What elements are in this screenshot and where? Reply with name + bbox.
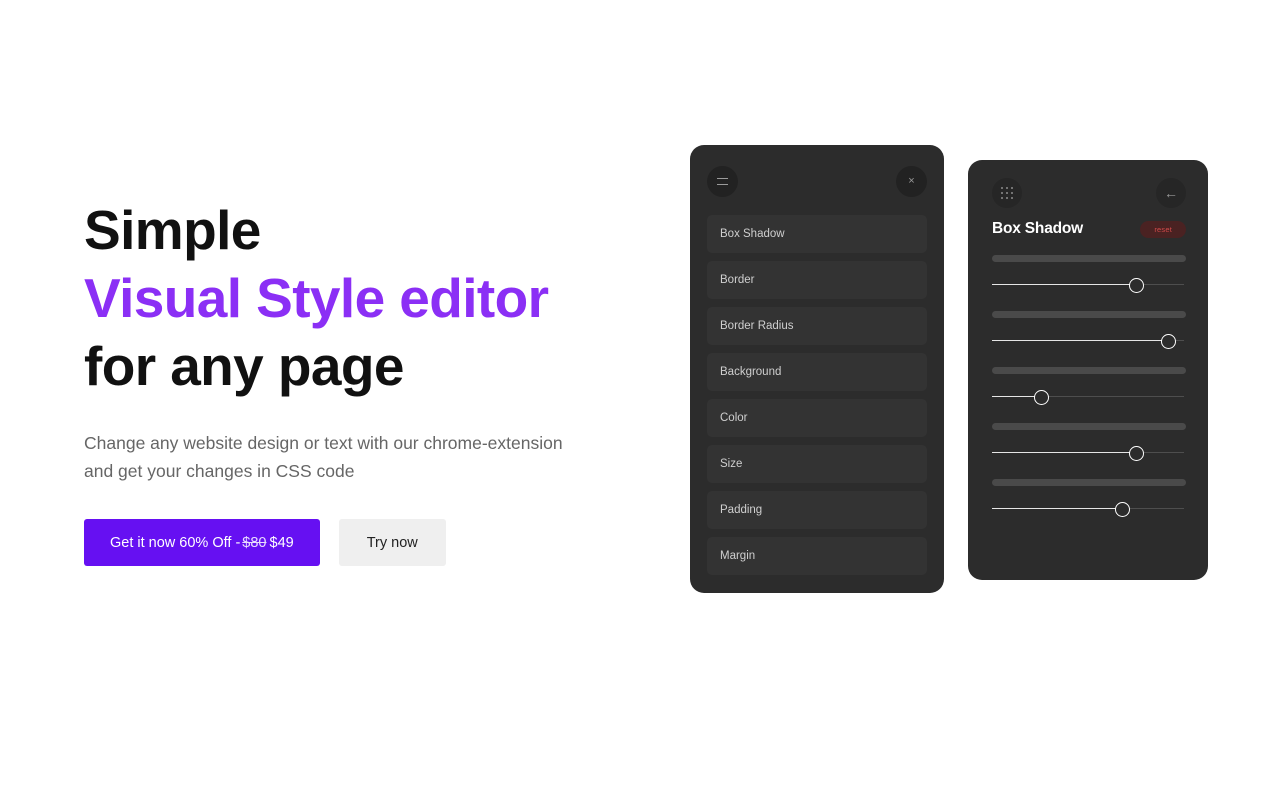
- menu-item-size[interactable]: Size: [707, 445, 927, 483]
- page-title-line-1: Simple: [84, 199, 261, 261]
- slider-label-placeholder: [992, 311, 1186, 318]
- drag-handle-button[interactable]: [707, 165, 738, 197]
- slider-panel-title-row: Box Shadow reset: [992, 220, 1186, 238]
- box-shadow-settings-panel: ← Box Shadow reset: [968, 160, 1208, 580]
- back-arrow-icon: ←: [1164, 185, 1178, 201]
- try-now-button[interactable]: Try now: [338, 519, 446, 566]
- slider-row: [992, 479, 1186, 518]
- slider-fill: [992, 508, 1123, 510]
- style-property-list: Box Shadow Border Border Radius Backgrou…: [707, 215, 927, 575]
- menu-item-color[interactable]: Color: [707, 399, 927, 437]
- slider-2[interactable]: [992, 332, 1184, 350]
- slider-row: [992, 423, 1186, 462]
- page-title-line-2: Visual Style editor: [84, 267, 549, 329]
- primary-cta-new-price: $49: [269, 534, 294, 551]
- hero-subtitle: Change any website design or text with o…: [84, 433, 563, 481]
- panel-title: Box Shadow: [992, 220, 1084, 237]
- slider-label-placeholder: [992, 255, 1186, 262]
- get-it-now-button[interactable]: Get it now 60% Off - $80 $49: [84, 519, 320, 566]
- slider-1[interactable]: [992, 276, 1184, 294]
- slider-thumb[interactable]: [1128, 278, 1144, 293]
- slider-fill: [992, 452, 1136, 454]
- slider-row: [992, 311, 1186, 350]
- primary-cta-old-price: $80: [242, 534, 267, 551]
- slider-thumb[interactable]: [1161, 334, 1177, 349]
- hero-section: Simple Visual Style editor for any page …: [84, 196, 644, 566]
- reset-button[interactable]: reset: [1140, 220, 1186, 238]
- slider-label-placeholder: [992, 423, 1186, 430]
- menu-item-padding[interactable]: Padding: [707, 491, 927, 529]
- hamburger-icon: [717, 177, 728, 185]
- slider-fill: [992, 340, 1169, 342]
- slider-label-placeholder: [992, 367, 1186, 374]
- drag-dots-icon: [1000, 186, 1014, 200]
- style-property-menu-panel: × Box Shadow Border Border Radius Backgr…: [690, 145, 944, 593]
- slider-thumb[interactable]: [1115, 502, 1131, 517]
- slider-thumb[interactable]: [1128, 446, 1144, 461]
- menu-item-margin[interactable]: Margin: [707, 537, 927, 575]
- menu-panel-header: ×: [707, 163, 927, 199]
- menu-item-border-radius[interactable]: Border Radius: [707, 307, 927, 345]
- slider-label-placeholder: [992, 479, 1186, 486]
- slider-5[interactable]: [992, 500, 1184, 518]
- back-button[interactable]: ←: [1156, 178, 1186, 208]
- drag-handle-button[interactable]: [992, 178, 1022, 208]
- slider-3[interactable]: [992, 388, 1184, 406]
- menu-item-border[interactable]: Border: [707, 261, 927, 299]
- page-title-line-3: for any page: [84, 335, 404, 397]
- menu-item-box-shadow[interactable]: Box Shadow: [707, 215, 927, 253]
- cta-row: Get it now 60% Off - $80 $49 Try now: [84, 519, 644, 566]
- slider-row: [992, 367, 1186, 406]
- slider-thumb[interactable]: [1034, 390, 1050, 405]
- landing-page: Simple Visual Style editor for any page …: [0, 0, 1280, 800]
- slider-4[interactable]: [992, 444, 1184, 462]
- slider-group: [992, 255, 1186, 518]
- menu-item-background[interactable]: Background: [707, 353, 927, 391]
- primary-cta-prefix: Get it now 60% Off -: [110, 534, 241, 551]
- slider-panel-header: ←: [992, 177, 1186, 209]
- close-panel-button[interactable]: ×: [896, 165, 927, 197]
- slider-row: [992, 255, 1186, 294]
- page-title: Simple Visual Style editor for any page: [84, 196, 644, 400]
- slider-fill: [992, 284, 1136, 286]
- close-icon: ×: [908, 174, 915, 187]
